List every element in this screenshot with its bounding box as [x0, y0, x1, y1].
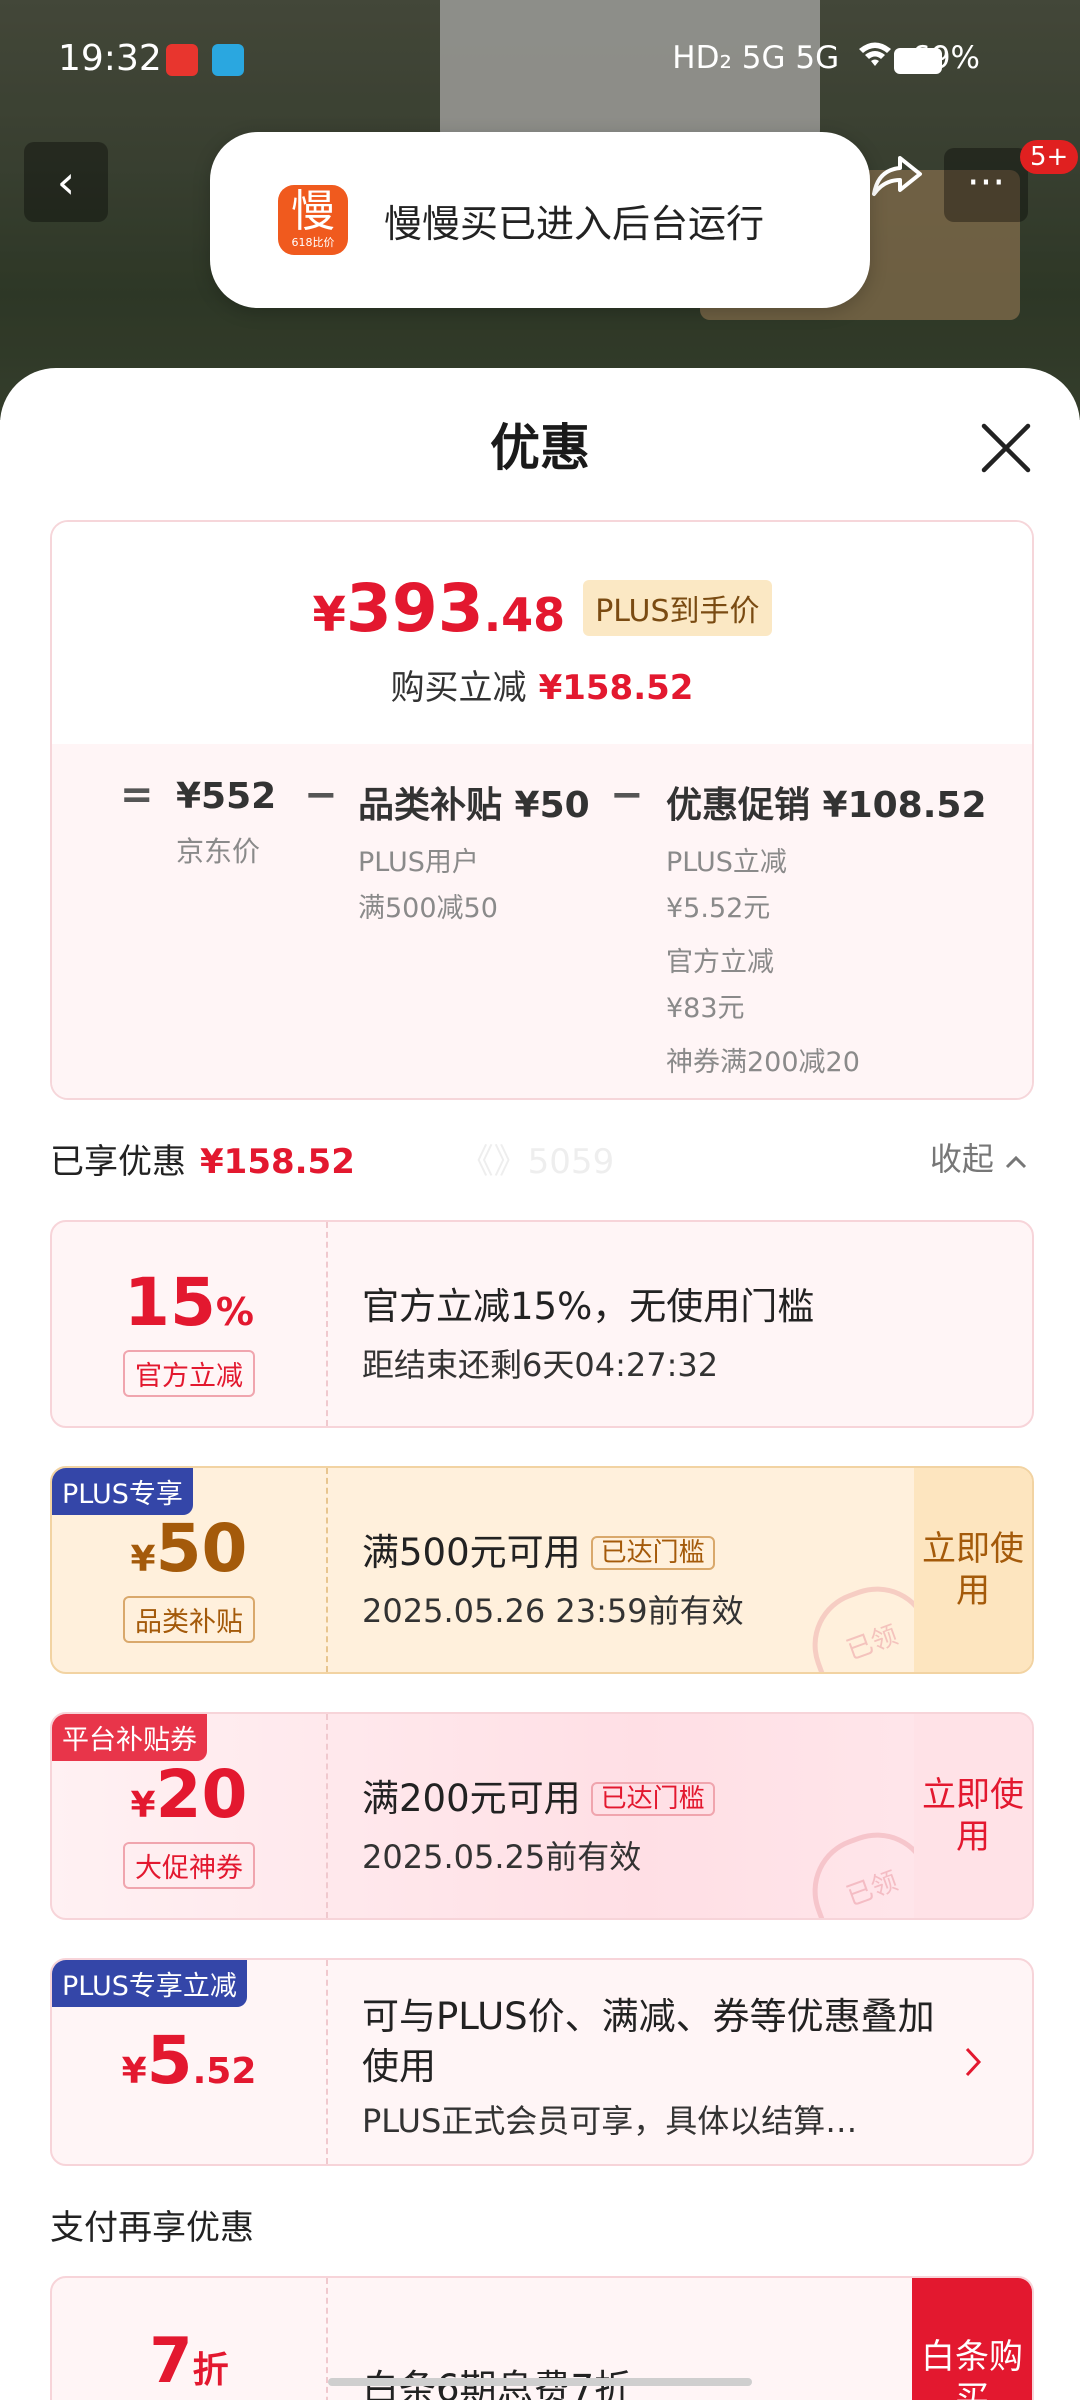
coupon-title: 可与PLUS价、满减、券等优惠叠加使用 — [362, 1995, 935, 2088]
gesture-bar[interactable] — [328, 2378, 752, 2386]
collapse-button[interactable]: 收起 — [930, 1134, 1028, 1180]
coupon-value: ¥50 — [130, 1510, 248, 1587]
coupon-type-label: 大促神券 — [123, 1842, 255, 1889]
price-summary-upper: ¥ 393 .48 PLUS到手价 购买立减 ¥158.52 — [52, 522, 1032, 744]
coupon-expiry: 2025.05.25前有效 — [362, 1838, 642, 1876]
coupon-title: 满200元可用 已达门槛 — [362, 1768, 892, 1822]
coupon-value: 7折 — [149, 2324, 229, 2397]
back-button[interactable]: ‹ — [24, 142, 108, 222]
promotion-discount: 优惠促销 ¥108.52 PLUS立减 ¥5.52元 官方立减 ¥83元 神券满… — [666, 785, 987, 1078]
payment-offers-title: 支付再享优惠 — [50, 2208, 254, 2248]
close-icon[interactable] — [976, 418, 1036, 478]
plus-exclusive-reduction-badge: PLUS专享立减 — [52, 1960, 247, 2007]
coupon-value: 15% — [124, 1264, 254, 1341]
price-breakdown: = ¥552 京东价 − 品类补贴 ¥50 PLUS用户 满500减50 − 优… — [52, 744, 1032, 1098]
plus-exclusive-badge: PLUS专享 — [52, 1468, 193, 1515]
equals-sign: = — [120, 772, 154, 818]
platform-subsidy-badge: 平台补贴券 — [52, 1714, 207, 1761]
use-now-button[interactable]: 立即使用 — [914, 1468, 1032, 1672]
coupon-title: 官方立减15%，无使用门槛 — [362, 1285, 815, 1328]
coupon-type-label: 官方立减 — [123, 1350, 255, 1397]
coupon-platform-subsidy[interactable]: ¥20 大促神券 平台补贴券 满200元可用 已达门槛 2025.05.25前有效… — [50, 1712, 1034, 1920]
use-now-button[interactable]: 立即使用 — [914, 1714, 1032, 1918]
coupon-value: ¥20 — [130, 1756, 248, 1833]
threshold-met-tag: 已达门槛 — [590, 1782, 715, 1816]
toast-message: 慢慢买已进入后台运行 — [384, 201, 765, 246]
purchase-reduction: 购买立减 ¥158.52 — [390, 668, 694, 708]
watermark-text: 《》5059 — [459, 1142, 615, 1182]
enjoyed-discount: 已享优惠 ¥158.52 《》5059 — [50, 1142, 615, 1182]
discount-sheet: 优惠 ¥ 393 .48 PLUS到手价 购买立减 ¥158.52 = ¥552 … — [0, 368, 1080, 2400]
notification-badge: 5+ — [1020, 140, 1079, 174]
background-run-toast: 慢 618比价 慢慢买已进入后台运行 — [210, 132, 870, 308]
coupon-countdown: 距结束还剩6天04:27:32 — [362, 1346, 719, 1384]
coupon-value: ¥5.52 — [121, 2022, 257, 2099]
status-bar: 19:32 HD₂ 5G 5G 69% — [0, 0, 1080, 120]
network-indicators: HD₂ 5G 5G — [672, 40, 840, 76]
coupon-note: PLUS正式会员可享，具体以结算… — [362, 2102, 858, 2140]
coupon-title: 满500元可用 已达门槛 — [362, 1522, 892, 1576]
price-summary-card: ¥ 393 .48 PLUS到手价 购买立减 ¥158.52 = ¥552 京东价… — [50, 520, 1034, 1100]
app-notification-icon — [212, 44, 244, 76]
threshold-met-tag: 已达门槛 — [590, 1536, 715, 1570]
jd-price: ¥552 京东价 — [176, 776, 277, 868]
battery-icon — [894, 48, 942, 74]
minus-sign-2: − — [610, 772, 644, 818]
final-price: ¥ 393 .48 PLUS到手价 — [52, 570, 1032, 647]
chevron-up-icon — [1004, 1140, 1028, 1178]
status-time: 19:32 — [58, 38, 162, 79]
baitiao-buy-button[interactable]: 白条购买 — [912, 2278, 1032, 2400]
coupon-category-subsidy[interactable]: ¥50 品类补贴 PLUS专享 满500元可用 已达门槛 2025.05.26 2… — [50, 1466, 1034, 1674]
more-button[interactable]: ··· — [944, 148, 1028, 222]
plus-price-tag: PLUS到手价 — [583, 580, 772, 636]
share-icon[interactable] — [868, 150, 928, 210]
coupon-plus-reduction[interactable]: ¥5.52 PLUS专享立减 可与PLUS价、满减、券等优惠叠加使用 PLUS正… — [50, 1958, 1034, 2166]
manmanmai-logo-icon: 慢 618比价 — [278, 185, 348, 255]
sheet-title: 优惠 — [490, 419, 590, 477]
chevron-right-icon[interactable] — [914, 1960, 1032, 2164]
coupon-expiry: 2025.05.26 23:59前有效 — [362, 1592, 744, 1630]
taobao-notification-icon — [166, 44, 198, 76]
minus-sign-1: − — [304, 772, 338, 818]
coupon-type-label: 品类补贴 — [123, 1596, 255, 1643]
coupon-official-discount[interactable]: 15% 官方立减 官方立减15%，无使用门槛 距结束还剩6天04:27:32 — [50, 1220, 1034, 1428]
wifi-icon — [857, 40, 893, 76]
category-subsidy: 品类补贴 ¥50 PLUS用户 满500减50 — [358, 785, 590, 924]
